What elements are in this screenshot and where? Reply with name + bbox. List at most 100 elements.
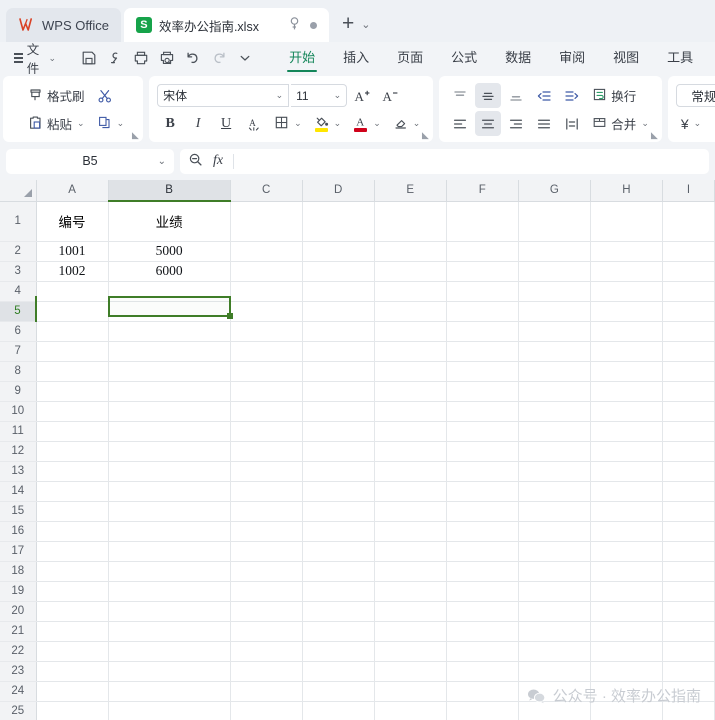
decrease-indent-button[interactable] [531,83,557,108]
cell-B10[interactable] [108,401,231,422]
cell-G4[interactable] [518,281,591,302]
cell-D12[interactable] [302,441,375,462]
cell-E16[interactable] [374,521,447,542]
tab-view[interactable]: 视图 [599,42,653,74]
new-tab-button[interactable]: + [339,13,357,37]
cell-I1[interactable] [662,201,715,242]
cell-F15[interactable] [446,501,519,522]
cell-G21[interactable] [518,621,591,642]
align-distributed-button[interactable] [559,111,585,136]
cell-I22[interactable] [662,641,715,662]
currency-format-button[interactable]: ¥ ⌄ [676,111,706,136]
cell-C2[interactable] [230,241,303,262]
cell-A9[interactable] [36,381,109,402]
borders-button[interactable]: ⌄ [269,111,307,136]
cell-D11[interactable] [302,421,375,442]
cell-E9[interactable] [374,381,447,402]
cell-C21[interactable] [230,621,303,642]
cell-E14[interactable] [374,481,447,502]
cell-I6[interactable] [662,321,715,342]
cell-D25[interactable] [302,701,375,720]
increase-indent-button[interactable] [559,83,585,108]
cell-I5[interactable] [662,301,715,322]
row-header-21[interactable]: 21 [0,621,37,642]
cell-G13[interactable] [518,461,591,482]
cell-E10[interactable] [374,401,447,422]
cell-A12[interactable] [36,441,109,462]
align-top-button[interactable] [447,83,473,108]
cell-E20[interactable] [374,601,447,622]
cell-C17[interactable] [230,541,303,562]
cut-button[interactable] [92,83,118,108]
column-header-g[interactable]: G [518,180,591,202]
bold-button[interactable]: B [157,111,183,136]
cell-E5[interactable] [374,301,447,322]
cell-B2[interactable]: 5000 [108,241,231,262]
cell-H12[interactable] [590,441,663,462]
cell-A15[interactable] [36,501,109,522]
cell-D7[interactable] [302,341,375,362]
clipboard-group-expander[interactable]: ◢ [132,130,139,141]
number-format-combo[interactable]: 常规 [675,84,715,107]
select-all-corner[interactable] [0,180,37,202]
cell-E18[interactable] [374,561,447,582]
row-header-17[interactable]: 17 [0,541,37,562]
cell-G9[interactable] [518,381,591,402]
cell-F3[interactable] [446,261,519,282]
cell-F22[interactable] [446,641,519,662]
cell-H24[interactable] [590,681,663,702]
cell-C19[interactable] [230,581,303,602]
cell-D22[interactable] [302,641,375,662]
cell-F12[interactable] [446,441,519,462]
cell-D13[interactable] [302,461,375,482]
cell-D17[interactable] [302,541,375,562]
cell-A7[interactable] [36,341,109,362]
insert-function-icon[interactable]: fx [213,153,223,169]
cell-D18[interactable] [302,561,375,582]
wrap-text-button[interactable]: 换行 [587,83,641,108]
cell-G18[interactable] [518,561,591,582]
row-header-5[interactable]: 5 [0,301,38,322]
cell-C20[interactable] [230,601,303,622]
column-header-d[interactable]: D [302,180,375,202]
cell-H11[interactable] [590,421,663,442]
cell-C14[interactable] [230,481,303,502]
print-preview-icon[interactable] [154,46,179,71]
cell-F19[interactable] [446,581,519,602]
row-header-18[interactable]: 18 [0,561,37,582]
row-header-1[interactable]: 1 [0,201,37,242]
cell-B23[interactable] [108,661,231,682]
cell-H13[interactable] [590,461,663,482]
copy-button[interactable]: ⌄ [92,111,130,136]
cell-G8[interactable] [518,361,591,382]
tab-page[interactable]: 页面 [383,42,437,74]
cell-H1[interactable] [590,201,663,242]
cell-F9[interactable] [446,381,519,402]
cell-A10[interactable] [36,401,109,422]
cell-D23[interactable] [302,661,375,682]
cell-C8[interactable] [230,361,303,382]
cell-I23[interactable] [662,661,715,682]
document-tab[interactable]: S 效率办公指南.xlsx [123,8,329,42]
cell-B16[interactable] [108,521,231,542]
cell-B4[interactable] [108,281,231,302]
cell-F21[interactable] [446,621,519,642]
cell-A11[interactable] [36,421,109,442]
cell-I25[interactable] [662,701,715,720]
cell-G22[interactable] [518,641,591,662]
cell-F11[interactable] [446,421,519,442]
cell-I14[interactable] [662,481,715,502]
cell-A20[interactable] [36,601,109,622]
cell-D6[interactable] [302,321,375,342]
column-header-i[interactable]: I [662,180,715,202]
cell-E15[interactable] [374,501,447,522]
cell-F14[interactable] [446,481,519,502]
cell-F8[interactable] [446,361,519,382]
cell-D5[interactable] [302,301,375,322]
cell-B8[interactable] [108,361,231,382]
cell-H10[interactable] [590,401,663,422]
tab-tools[interactable]: 工具 [653,42,707,74]
cell-F2[interactable] [446,241,519,262]
cell-G11[interactable] [518,421,591,442]
cell-E6[interactable] [374,321,447,342]
